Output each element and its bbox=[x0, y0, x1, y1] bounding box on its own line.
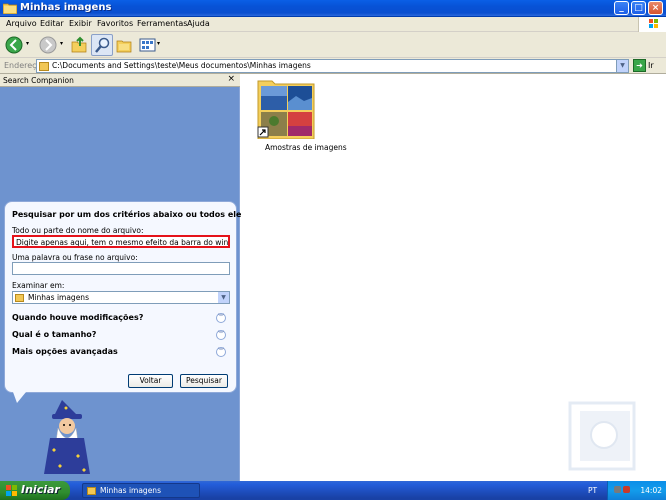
start-button[interactable]: Iniciar bbox=[0, 481, 70, 500]
search-submit-button[interactable]: Pesquisar bbox=[180, 374, 228, 388]
option-modified[interactable]: Quando houve modificações? bbox=[12, 313, 143, 322]
look-in-value: Minhas imagens bbox=[28, 293, 89, 302]
watermark-image-icon bbox=[568, 401, 636, 471]
search-form: Pesquisar por um dos critérios abaixo ou… bbox=[4, 201, 249, 403]
panel-title: Search Companion bbox=[3, 76, 74, 85]
taskbar-window-button[interactable]: Minhas imagens bbox=[82, 483, 200, 498]
folder-icon bbox=[39, 62, 49, 71]
go-button[interactable]: Ir bbox=[648, 61, 654, 70]
menu-arquivo[interactable]: Arquivo bbox=[6, 19, 37, 28]
windows-logo-icon bbox=[6, 485, 17, 496]
menu-ferramentas[interactable]: Ferramentas bbox=[137, 19, 187, 28]
address-bar: Endereço C:\Documents and Settings\teste… bbox=[0, 58, 666, 74]
toolbar: ▾ ▾ ▾ bbox=[0, 32, 666, 58]
filename-input[interactable]: Digite apenas aqui, tem o mesmo efeito d… bbox=[12, 235, 230, 248]
phrase-label: Uma palavra ou frase no arquivo: bbox=[12, 253, 138, 262]
menu-exibir[interactable]: Exibir bbox=[69, 19, 92, 28]
clock: 14:02 bbox=[640, 486, 662, 495]
taskbar: Iniciar Minhas imagens PT 14:02 bbox=[0, 481, 666, 500]
folders-icon[interactable] bbox=[115, 34, 133, 56]
bubble-tail bbox=[13, 392, 26, 403]
security-alert-icon[interactable] bbox=[623, 486, 630, 493]
folder-item[interactable]: Amostras de imagens bbox=[256, 77, 347, 152]
folder-icon bbox=[87, 487, 96, 495]
expand-chevron-icon[interactable]: ︾ bbox=[216, 330, 226, 340]
minimize-button[interactable]: _ bbox=[614, 1, 629, 15]
address-dropdown-icon[interactable]: ▼ bbox=[616, 60, 628, 72]
menu-bar: Arquivo Editar Exibir Favoritos Ferramen… bbox=[0, 17, 666, 32]
search-icon bbox=[95, 37, 110, 53]
windows-logo-icon bbox=[638, 17, 666, 32]
maximize-button[interactable]: □ bbox=[631, 1, 646, 15]
address-value: C:\Documents and Settings\teste\Meus doc… bbox=[52, 61, 311, 70]
expand-chevron-icon[interactable]: ︾ bbox=[216, 347, 226, 357]
option-size[interactable]: Qual é o tamanho? bbox=[12, 330, 96, 339]
search-button[interactable] bbox=[91, 34, 113, 56]
option-advanced[interactable]: Mais opções avançadas bbox=[12, 347, 118, 356]
taskbar-window-label: Minhas imagens bbox=[100, 486, 161, 495]
views-icon[interactable] bbox=[139, 34, 157, 56]
window-title: Minhas imagens bbox=[20, 2, 112, 13]
forward-arrow-icon[interactable] bbox=[38, 34, 58, 56]
search-heading: Pesquisar por um dos critérios abaixo ou… bbox=[12, 210, 250, 219]
close-button[interactable]: × bbox=[648, 1, 663, 15]
back-arrow-icon[interactable] bbox=[4, 34, 24, 56]
phrase-input[interactable] bbox=[12, 262, 230, 275]
menu-favoritos[interactable]: Favoritos bbox=[97, 19, 133, 28]
folder-icon bbox=[3, 3, 17, 14]
menu-ajuda[interactable]: Ajuda bbox=[187, 19, 210, 28]
go-arrow-icon[interactable]: ➜ bbox=[633, 59, 646, 72]
wizard-character-icon bbox=[44, 400, 90, 474]
back-button[interactable]: Voltar bbox=[128, 374, 173, 388]
start-label: Iniciar bbox=[21, 483, 60, 496]
look-in-select[interactable]: Minhas imagens ▼ bbox=[12, 291, 230, 304]
panel-close-icon[interactable]: × bbox=[227, 74, 235, 84]
panel-header: Search Companion × bbox=[0, 74, 240, 87]
system-tray: 14:02 bbox=[607, 481, 666, 500]
look-in-dropdown-icon[interactable]: ▼ bbox=[218, 292, 229, 303]
folder-name: Amostras de imagens bbox=[265, 143, 347, 152]
folder-icon bbox=[15, 294, 24, 302]
address-input[interactable]: C:\Documents and Settings\teste\Meus doc… bbox=[36, 59, 629, 73]
menu-editar[interactable]: Editar bbox=[40, 19, 64, 28]
search-companion-panel: Search Companion × Pesquisar por um dos … bbox=[0, 74, 249, 481]
expand-chevron-icon[interactable]: ︾ bbox=[216, 313, 226, 323]
network-icon[interactable] bbox=[614, 486, 621, 493]
language-indicator[interactable]: PT bbox=[588, 486, 597, 495]
title-bar: Minhas imagens _ □ × bbox=[0, 0, 666, 17]
name-label: Todo ou parte do nome do arquivo: bbox=[12, 226, 144, 235]
folder-shortcut-icon bbox=[257, 80, 315, 140]
look-in-label: Examinar em: bbox=[12, 281, 65, 290]
up-folder-icon[interactable] bbox=[70, 34, 88, 56]
